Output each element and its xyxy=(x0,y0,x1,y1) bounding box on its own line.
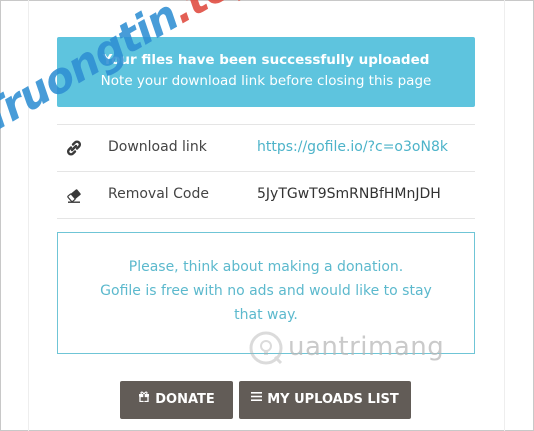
panel-right-edge xyxy=(504,0,505,431)
gift-icon xyxy=(138,380,150,418)
donation-text: Please, think about making a donation. G… xyxy=(78,255,454,327)
panel-left-edge xyxy=(28,0,29,431)
quantrimang-logo-icon xyxy=(248,330,284,366)
eraser-icon xyxy=(65,186,83,204)
donate-button[interactable]: DONATE xyxy=(120,381,233,419)
removal-code-row: Removal Code 5JyTGwT9SmRNBfHMnJDH xyxy=(57,171,475,219)
banner-subtitle: Note your download link before closing t… xyxy=(100,73,432,89)
donation-line-1: Please, think about making a donation. xyxy=(128,259,404,275)
download-link-row: Download link https://gofile.io/?c=o3oN8… xyxy=(57,124,475,171)
donation-line-2: Gofile is free with no ads and would lik… xyxy=(100,283,432,299)
donate-button-label: DONATE xyxy=(155,392,215,407)
upload-success-banner: Your files have been successfully upload… xyxy=(57,37,475,107)
my-uploads-list-label: MY UPLOADS LIST xyxy=(267,392,399,407)
quantrimang-watermark: uantrimang xyxy=(288,332,445,362)
download-link-label: Download link xyxy=(108,139,207,155)
download-link-value[interactable]: https://gofile.io/?c=o3oN8k xyxy=(257,139,448,155)
donation-line-3: that way. xyxy=(234,307,298,323)
upload-info-table: Download link https://gofile.io/?c=o3oN8… xyxy=(57,124,475,219)
list-icon xyxy=(251,380,263,418)
removal-code-label: Removal Code xyxy=(108,186,209,202)
my-uploads-list-button[interactable]: MY UPLOADS LIST xyxy=(239,381,411,419)
link-icon xyxy=(65,139,83,157)
removal-code-value[interactable]: 5JyTGwT9SmRNBfHMnJDH xyxy=(257,186,441,202)
banner-title: Your files have been successfully upload… xyxy=(102,52,430,68)
